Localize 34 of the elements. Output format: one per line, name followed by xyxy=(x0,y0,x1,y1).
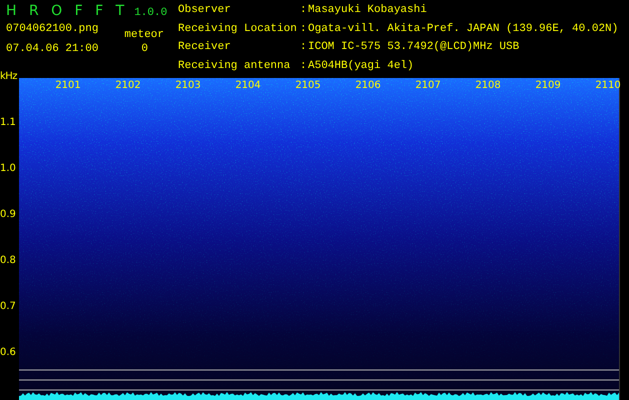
info-separator: : xyxy=(300,60,308,74)
minute-label: 2106 xyxy=(355,80,382,91)
file-name: 0704062100.png xyxy=(6,23,98,37)
axis-unit: kHz xyxy=(0,71,18,84)
date-time: 07.04.06 21:00 xyxy=(6,43,98,55)
axis-label: 1.1 xyxy=(0,117,17,130)
minute-label: 2107 xyxy=(415,80,442,91)
axis-label: 0.6 xyxy=(0,347,17,360)
minute-label: 2104 xyxy=(235,80,262,91)
axis-label: 0.8 xyxy=(0,255,17,268)
info-label: Receiving Location xyxy=(178,22,298,36)
minute-label: 2103 xyxy=(175,80,202,91)
info-value: Masayuki Kobayashi xyxy=(308,4,428,18)
info-label: Receiver xyxy=(178,41,232,55)
app-name: H R O F F T xyxy=(6,3,128,19)
app-version: 1.0.0 xyxy=(134,7,168,19)
info-label: Receiving antenna xyxy=(178,60,292,74)
info-separator: : xyxy=(300,41,308,55)
minute-label: 2102 xyxy=(115,80,142,91)
minute-label: 2109 xyxy=(535,80,562,91)
axis-label: 0.9 xyxy=(0,209,17,222)
meteor-count: 0 xyxy=(141,43,148,55)
info-separator: : xyxy=(300,4,308,18)
axis-label: 0.7 xyxy=(0,301,17,314)
minute-label: 2105 xyxy=(295,80,322,91)
info-label: Observer xyxy=(178,4,232,18)
info-value: Ogata-vill. Akita-Pref. JAPAN (139.96E, 40.02N) xyxy=(308,22,618,36)
axis-label: 1.0 xyxy=(0,163,17,176)
minute-label: 2108 xyxy=(475,80,502,91)
info-value: A504HB(yagi 4el) xyxy=(308,60,415,74)
minute-label: 2101 xyxy=(55,80,82,91)
meteor-label: meteor xyxy=(124,29,164,41)
info-separator: : xyxy=(300,22,308,36)
info-value: ICOM IC-575 53.7492(@LCD)MHz USB xyxy=(308,41,520,55)
